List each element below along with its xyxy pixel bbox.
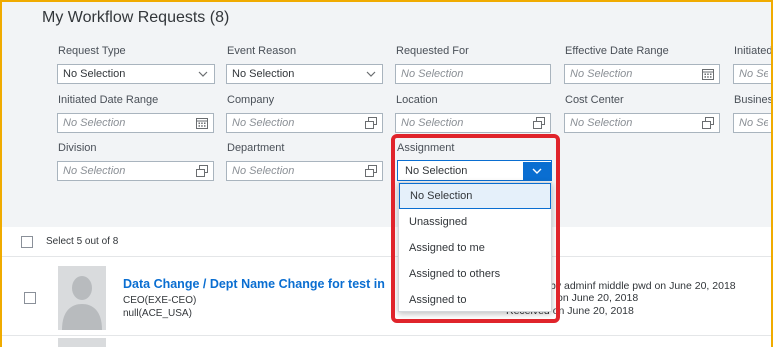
- value-help-icon[interactable]: [196, 165, 208, 177]
- assignment-select[interactable]: No Selection: [397, 160, 552, 181]
- company-placeholder: No Selection: [232, 117, 295, 129]
- request-type-value: No Selection: [63, 68, 126, 80]
- event-reason-label: Event Reason: [227, 45, 297, 57]
- value-help-icon[interactable]: [702, 117, 714, 129]
- calendar-icon[interactable]: [196, 117, 208, 129]
- division-input[interactable]: No Selection: [57, 161, 214, 181]
- request-location: null(ACE_USA): [123, 308, 192, 319]
- dropdown-option-no-selection[interactable]: No Selection: [399, 183, 551, 209]
- event-reason-value: No Selection: [232, 68, 295, 80]
- location-placeholder: No Selection: [401, 117, 464, 129]
- business-placeholder: No Sel: [739, 117, 768, 129]
- value-help-icon[interactable]: [533, 117, 545, 129]
- initiated-date-range-input[interactable]: No Selection: [57, 113, 214, 133]
- request-title-link[interactable]: Data Change / Dept Name Change for test …: [123, 277, 385, 291]
- requested-for-placeholder: No Selection: [401, 68, 464, 80]
- requested-for-input[interactable]: No Selection: [395, 64, 551, 84]
- company-input[interactable]: No Selection: [226, 113, 383, 133]
- item-checkbox[interactable]: [24, 292, 36, 304]
- request-date: on June 20, 2018: [557, 292, 639, 304]
- business-input[interactable]: No Sel: [733, 113, 773, 133]
- cost-center-placeholder: No Selection: [570, 117, 633, 129]
- effective-date-range-input[interactable]: No Selection: [564, 64, 720, 84]
- select-all-checkbox[interactable]: [21, 236, 33, 248]
- event-reason-select[interactable]: No Selection: [226, 64, 383, 84]
- business-label: Busines: [734, 94, 773, 106]
- division-placeholder: No Selection: [63, 165, 126, 177]
- dropdown-option-assigned-to-others[interactable]: Assigned to others: [399, 261, 551, 287]
- assignment-dropdown-button[interactable]: [523, 161, 551, 180]
- department-input[interactable]: No Selection: [226, 161, 383, 181]
- cost-center-label: Cost Center: [565, 94, 624, 106]
- assignment-label: Assignment: [397, 142, 455, 154]
- division-label: Division: [58, 142, 97, 154]
- dropdown-option-assigned-to-me[interactable]: Assigned to me: [399, 235, 551, 261]
- initiated-date-range-placeholder: No Selection: [63, 117, 126, 129]
- location-label: Location: [396, 94, 438, 106]
- location-input[interactable]: No Selection: [395, 113, 551, 133]
- initiated-by-label: Initiated: [734, 45, 773, 57]
- request-type-label: Request Type: [58, 45, 126, 57]
- cost-center-input[interactable]: No Selection: [564, 113, 720, 133]
- effective-date-range-placeholder: No Selection: [570, 68, 633, 80]
- list-item[interactable]: Data Change / Dept Name Change for test …: [0, 258, 773, 336]
- company-label: Company: [227, 94, 275, 106]
- value-help-icon[interactable]: [365, 165, 377, 177]
- chevron-down-icon: [532, 168, 542, 174]
- department-placeholder: No Selection: [232, 165, 295, 177]
- effective-date-range-label: Effective Date Range: [565, 45, 669, 57]
- avatar: [58, 266, 106, 330]
- chevron-down-icon: [365, 68, 377, 80]
- assignment-value: No Selection: [405, 164, 468, 177]
- calendar-icon[interactable]: [702, 68, 714, 80]
- request-initiator: by adminf middle pwd on June 20, 2018: [550, 280, 736, 292]
- person-placeholder-icon: [58, 266, 106, 330]
- dropdown-option-assigned-to[interactable]: Assigned to: [399, 287, 551, 313]
- chevron-down-icon: [197, 68, 209, 80]
- filter-bar: My Workflow Requests (8) Request Type No…: [0, 0, 773, 227]
- next-item-avatar: [58, 338, 106, 347]
- request-type-select[interactable]: No Selection: [57, 64, 215, 84]
- page-title: My Workflow Requests (8): [42, 9, 230, 26]
- dropdown-option-unassigned[interactable]: Unassigned: [399, 209, 551, 235]
- initiated-by-input[interactable]: No Se: [733, 64, 773, 84]
- initiated-date-range-label: Initiated Date Range: [58, 94, 159, 106]
- selection-count-text: Select 5 out of 8: [46, 236, 119, 247]
- selection-bar: Select 5 out of 8: [0, 227, 773, 257]
- request-position: CEO(EXE-CEO): [123, 295, 197, 306]
- requested-for-label: Requested For: [396, 45, 469, 57]
- department-label: Department: [227, 142, 285, 154]
- initiated-by-placeholder: No Se: [739, 68, 768, 80]
- assignment-dropdown-list: No Selection Unassigned Assigned to me A…: [398, 182, 552, 312]
- value-help-icon[interactable]: [365, 117, 377, 129]
